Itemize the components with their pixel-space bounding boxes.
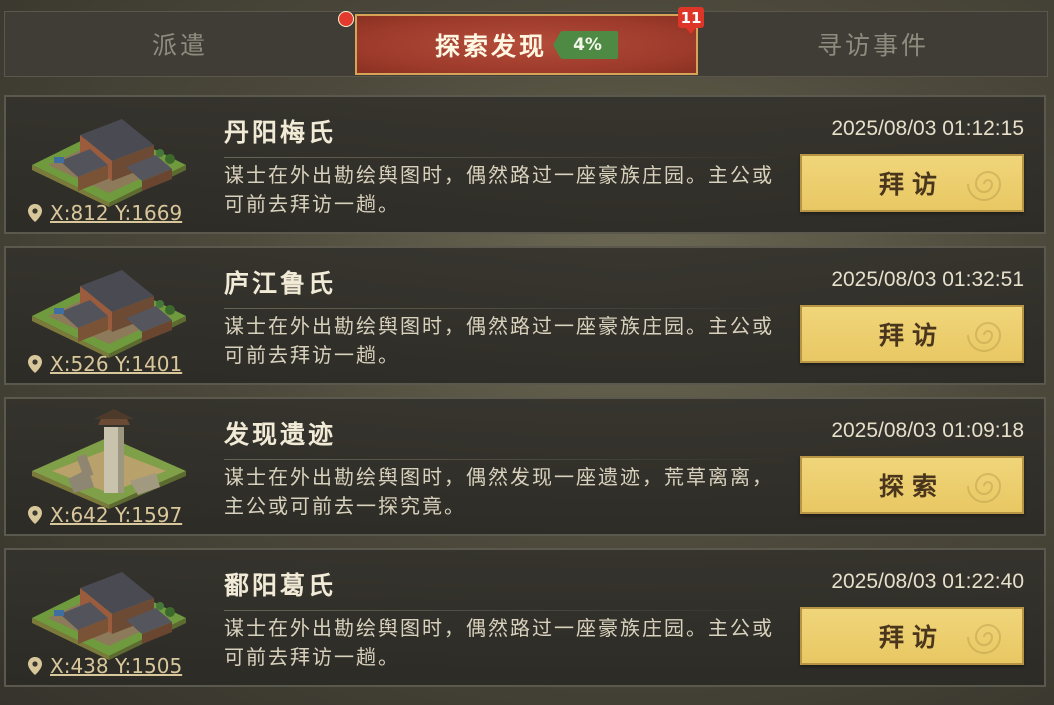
coordinates-link[interactable]: X:438 Y:1505	[28, 654, 182, 678]
notification-count-badge: 11	[678, 7, 704, 34]
cloud-pattern-icon	[960, 617, 1016, 657]
event-description: 谋士在外出勘绘舆图时，偶然路过一座豪族庄园。主公或可前去拜访一趟。	[224, 616, 774, 669]
event-card: X:438 Y:1505 鄱阳葛氏 谋士在外出勘绘舆图时，偶然路过一座豪族庄园。…	[4, 548, 1046, 687]
coordinates-text: X:812 Y:1669	[50, 201, 183, 225]
tab-bar: 派遣 探索发现 4% 寻访事件	[4, 11, 1048, 77]
explore-button-label: 探索	[878, 472, 945, 501]
event-title: 发现遗迹	[224, 420, 337, 449]
coordinates-link[interactable]: X:526 Y:1401	[28, 352, 182, 376]
tab-dispatch[interactable]: 派遣	[5, 12, 355, 76]
event-title: 鄱阳葛氏	[224, 571, 337, 600]
location-pin-icon	[28, 506, 42, 524]
coordinates-text: X:526 Y:1401	[50, 352, 183, 376]
visit-button-label: 拜访	[878, 170, 945, 199]
notification-dot-icon	[338, 11, 354, 27]
divider	[224, 157, 794, 158]
coordinates-text: X:438 Y:1505	[50, 654, 183, 678]
event-description: 谋士在外出勘绘舆图时，偶然路过一座豪族庄园。主公或可前去拜访一趟。	[224, 314, 774, 367]
visit-button-label: 拜访	[878, 321, 945, 350]
cloud-pattern-icon	[960, 315, 1016, 355]
visit-button[interactable]: 拜访	[800, 154, 1024, 212]
event-timestamp: 2025/08/03 01:22:40	[831, 570, 1024, 593]
divider	[224, 308, 794, 309]
event-timestamp: 2025/08/03 01:09:18	[831, 419, 1024, 442]
visit-button-label: 拜访	[878, 623, 945, 652]
coordinates-link[interactable]: X:642 Y:1597	[28, 503, 182, 527]
cloud-pattern-icon	[960, 164, 1016, 204]
manor-icon	[30, 107, 188, 207]
tab-explore-label: 探索发现	[435, 31, 548, 61]
explore-button[interactable]: 探索	[800, 456, 1024, 514]
location-pin-icon	[28, 204, 42, 222]
event-description: 谋士在外出勘绘舆图时，偶然发现一座遗迹，荒草离离，主公或可前去一探究竟。	[224, 465, 774, 518]
coordinates-link[interactable]: X:812 Y:1669	[28, 201, 182, 225]
event-card: X:526 Y:1401 庐江鲁氏 谋士在外出勘绘舆图时，偶然路过一座豪族庄园。…	[4, 246, 1046, 385]
event-timestamp: 2025/08/03 01:32:51	[831, 268, 1024, 291]
event-title: 庐江鲁氏	[224, 269, 337, 298]
event-title: 丹阳梅氏	[224, 118, 337, 147]
manor-icon	[30, 560, 188, 660]
divider	[224, 610, 794, 611]
coordinates-text: X:642 Y:1597	[50, 503, 183, 527]
tab-events[interactable]: 寻访事件	[699, 12, 1047, 76]
progress-percent-badge: 4%	[553, 30, 618, 59]
event-description: 谋士在外出勘绘舆图时，偶然路过一座豪族庄园。主公或可前去拜访一趟。	[224, 163, 774, 216]
tab-explore[interactable]: 探索发现 4%	[355, 14, 698, 75]
cloud-pattern-icon	[960, 466, 1016, 506]
event-card: X:642 Y:1597 发现遗迹 谋士在外出勘绘舆图时，偶然发现一座遗迹，荒草…	[4, 397, 1046, 536]
ruins-icon	[30, 409, 188, 509]
visit-button[interactable]: 拜访	[800, 607, 1024, 665]
event-timestamp: 2025/08/03 01:12:15	[831, 117, 1024, 140]
event-card: X:812 Y:1669 丹阳梅氏 谋士在外出勘绘舆图时，偶然路过一座豪族庄园。…	[4, 95, 1046, 234]
visit-button[interactable]: 拜访	[800, 305, 1024, 363]
location-pin-icon	[28, 355, 42, 373]
location-pin-icon	[28, 657, 42, 675]
manor-icon	[30, 258, 188, 358]
divider	[224, 459, 794, 460]
